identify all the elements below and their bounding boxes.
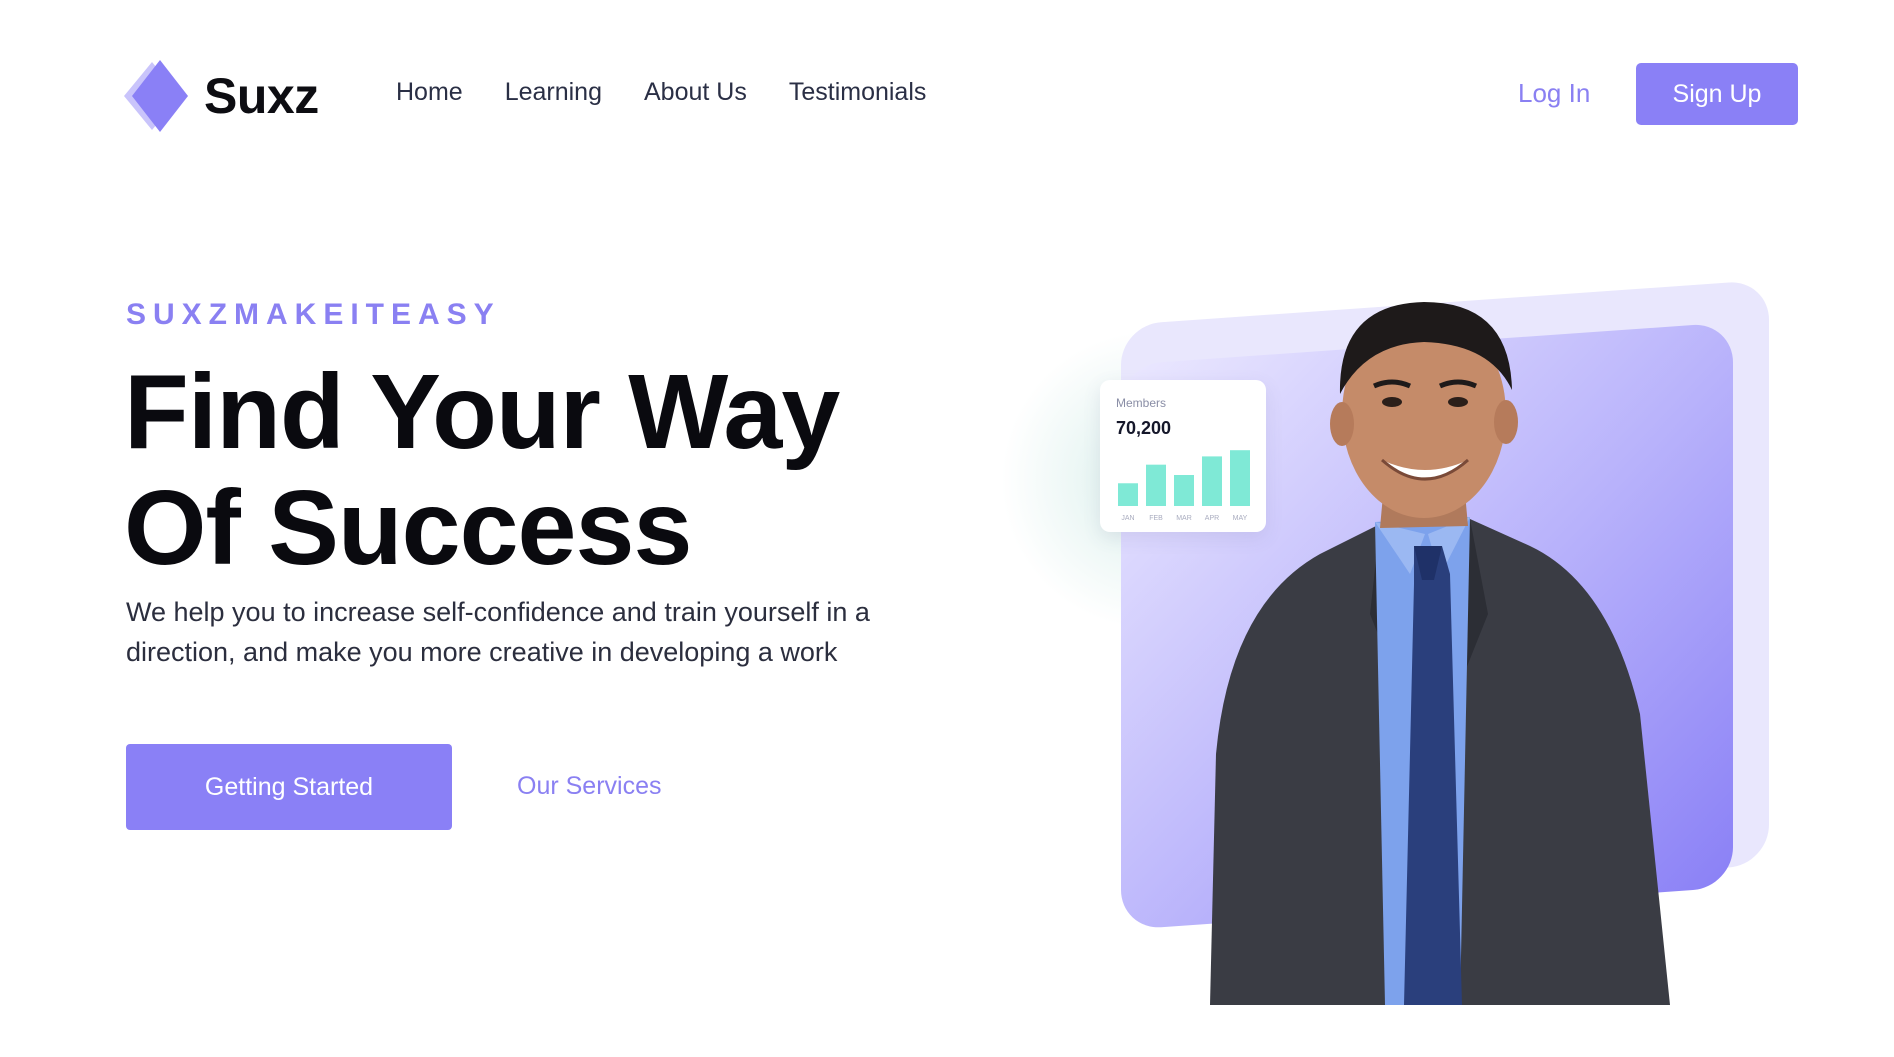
hero-visual: Members 70,200 JAN FEB MAR APR MAY xyxy=(1000,279,1800,1005)
chart-bar-mar xyxy=(1174,475,1194,506)
hero-title: Find Your Way Of Success xyxy=(124,354,884,586)
nav-item-home[interactable]: Home xyxy=(396,78,463,107)
our-services-link[interactable]: Our Services xyxy=(517,772,661,801)
hero-title-line-1: Find Your Way xyxy=(124,353,840,471)
nav-item-about-us[interactable]: About Us xyxy=(644,78,747,107)
chart-bar-feb xyxy=(1146,464,1166,506)
hero-title-line-2: Of Success xyxy=(124,469,692,587)
chart-tick-label-may: MAY xyxy=(1233,515,1248,522)
main-nav: Home Learning About Us Testimonials xyxy=(396,78,926,107)
chart-bar-may xyxy=(1230,450,1250,506)
stats-label: Members xyxy=(1116,396,1167,410)
signup-button[interactable]: Sign Up xyxy=(1636,63,1798,125)
chart-tick-label-apr: APR xyxy=(1205,515,1219,522)
diamond-logo-icon xyxy=(124,58,192,134)
nav-item-testimonials[interactable]: Testimonials xyxy=(789,78,927,107)
hero-description: We help you to increase self-confidence … xyxy=(126,597,870,667)
getting-started-button[interactable]: Getting Started xyxy=(126,744,452,830)
stats-value: 70,200 xyxy=(1116,418,1172,438)
chart-tick-label-jan: JAN xyxy=(1121,515,1134,522)
site-header: Suxz Home Learning About Us Testimonials… xyxy=(0,0,1894,190)
chart-tick-label-mar: MAR xyxy=(1176,515,1192,522)
chart-bar-apr xyxy=(1202,456,1222,506)
login-link[interactable]: Log In xyxy=(1518,78,1590,109)
brand-name: Suxz xyxy=(204,68,319,124)
members-bar-chart: JAN FEB MAR APR MAY xyxy=(1118,450,1250,522)
chart-tick-label-feb: FEB xyxy=(1149,515,1163,522)
chart-bar-jan xyxy=(1118,483,1138,506)
brand-logo[interactable]: Suxz xyxy=(124,58,319,134)
hero-eyebrow: SUXZMAKEITEASY xyxy=(126,298,501,331)
nav-item-learning[interactable]: Learning xyxy=(505,78,602,107)
members-stats-card: Members 70,200 JAN FEB MAR APR MAY xyxy=(1100,380,1266,532)
